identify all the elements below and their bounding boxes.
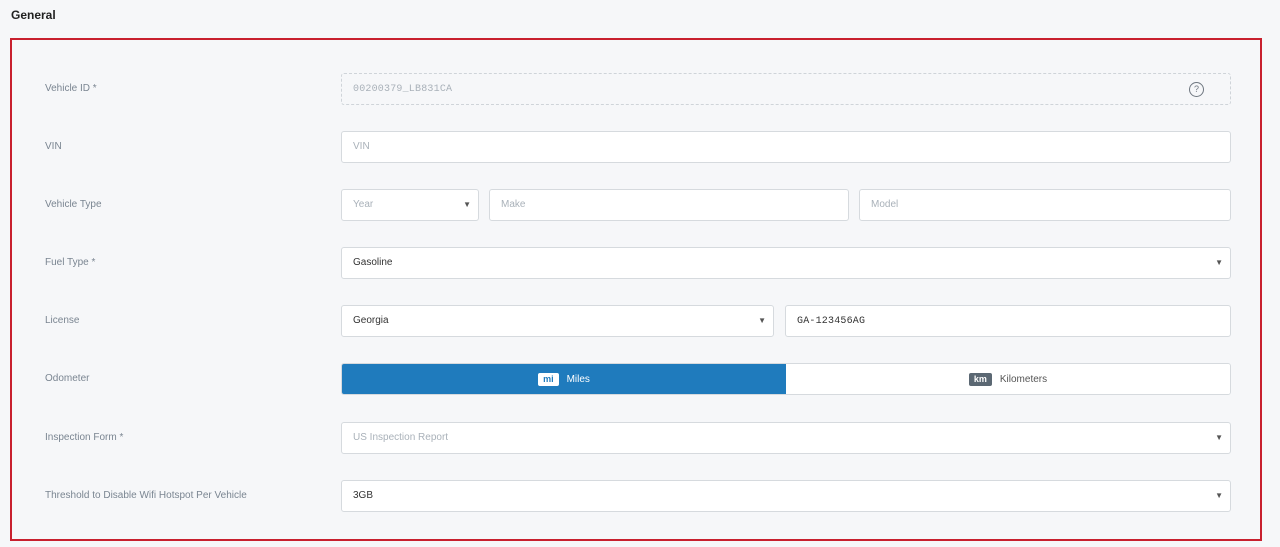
vehicle-type-label: Vehicle Type [45, 199, 102, 210]
miles-option[interactable]: mi Miles [342, 364, 786, 394]
inspection-form-placeholder: US Inspection Report [353, 432, 449, 443]
vehicle-id-value: 00200379_LB831CA [353, 84, 453, 95]
chevron-down-icon: ▼ [463, 200, 471, 209]
kilometers-label: Kilometers [999, 373, 1048, 385]
section-title: General [11, 8, 56, 22]
chevron-down-icon: ▼ [1215, 491, 1223, 500]
license-plate-value: GA-123456AG [797, 316, 866, 327]
vin-label: VIN [45, 141, 62, 152]
year-select[interactable]: Year ▼ [341, 189, 479, 221]
vin-input[interactable]: VIN [341, 131, 1231, 163]
make-input[interactable]: Make [489, 189, 849, 221]
odometer-row: Odometer mi Miles km Kilometers [12, 363, 1260, 395]
vin-placeholder: VIN [353, 141, 370, 152]
kilometers-option[interactable]: km Kilometers [786, 364, 1230, 394]
vehicle-id-field: 00200379_LB831CA ? [341, 73, 1231, 105]
make-placeholder: Make [501, 199, 526, 210]
vehicle-id-row: Vehicle ID * 00200379_LB831CA ? [12, 73, 1260, 105]
fuel-type-value: Gasoline [353, 257, 393, 268]
vehicle-type-row: Vehicle Type Year ▼ Make Model [12, 189, 1260, 221]
chevron-down-icon: ▼ [1215, 433, 1223, 442]
fuel-type-label: Fuel Type * [45, 257, 96, 268]
odometer-label: Odometer [45, 373, 90, 384]
wifi-threshold-select[interactable]: 3GB ▼ [341, 480, 1231, 512]
model-placeholder: Model [871, 199, 899, 210]
question-circle-icon[interactable]: ? [1189, 82, 1204, 97]
kilometers-badge: km [968, 372, 992, 386]
license-label: License [45, 315, 80, 326]
inspection-form-label: Inspection Form * [45, 432, 124, 443]
chevron-down-icon: ▼ [758, 316, 766, 325]
wifi-threshold-value: 3GB [353, 490, 374, 501]
chevron-down-icon: ▼ [1215, 258, 1223, 267]
license-state-select[interactable]: Georgia ▼ [341, 305, 774, 337]
vehicle-id-label: Vehicle ID * [45, 83, 97, 94]
odometer-unit-toggle: mi Miles km Kilometers [341, 363, 1231, 395]
general-form-panel: Vehicle ID * 00200379_LB831CA ? VIN VIN … [10, 38, 1262, 541]
license-row: License Georgia ▼ GA-123456AG [12, 305, 1260, 337]
license-plate-input[interactable]: GA-123456AG [785, 305, 1231, 337]
wifi-threshold-row: Threshold to Disable Wifi Hotspot Per Ve… [12, 480, 1260, 512]
miles-label: Miles [566, 373, 590, 385]
inspection-form-row: Inspection Form * US Inspection Report ▼ [12, 422, 1260, 454]
year-placeholder: Year [353, 199, 374, 210]
wifi-threshold-label: Threshold to Disable Wifi Hotspot Per Ve… [45, 490, 247, 501]
vin-row: VIN VIN [12, 131, 1260, 163]
model-input[interactable]: Model [859, 189, 1231, 221]
miles-badge: mi [538, 372, 559, 386]
license-state-value: Georgia [353, 315, 389, 326]
inspection-form-select[interactable]: US Inspection Report ▼ [341, 422, 1231, 454]
fuel-type-select[interactable]: Gasoline ▼ [341, 247, 1231, 279]
fuel-type-row: Fuel Type * Gasoline ▼ [12, 247, 1260, 279]
